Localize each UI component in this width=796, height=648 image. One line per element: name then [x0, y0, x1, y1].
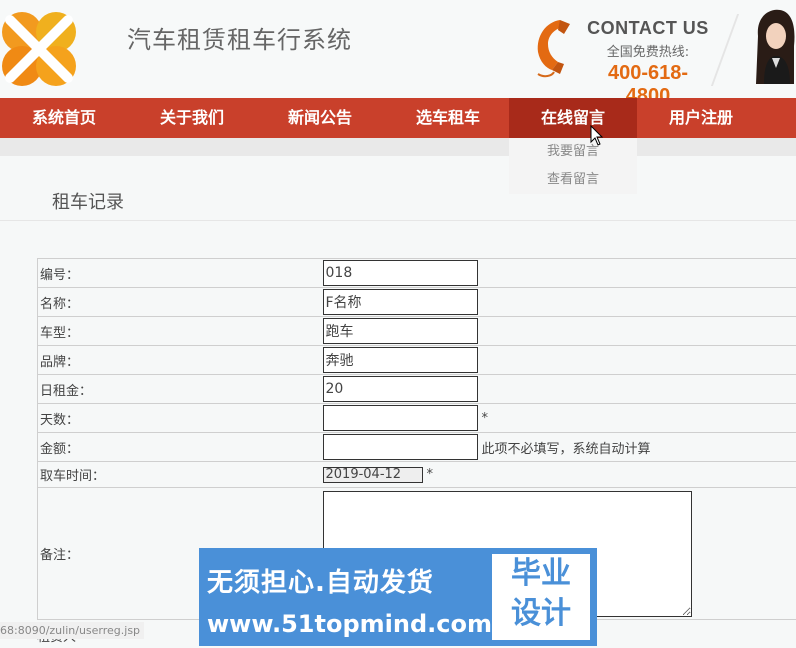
- form-row-pickup-time: 取车时间： *: [37, 461, 796, 488]
- watermark-slogan: 无须担心.自动发货: [207, 568, 434, 598]
- form-row-id: 编号：: [37, 258, 796, 288]
- form-row-amount: 金额： 此项不必填写，系统自动计算: [37, 432, 796, 462]
- main-nav: 系统首页 关于我们 新闻公告 选车租车 在线留言 用户注册: [0, 98, 796, 138]
- nav-item-register[interactable]: 用户注册: [637, 98, 765, 138]
- form-row-name: 名称：: [37, 287, 796, 317]
- phone-icon: [537, 20, 570, 78]
- header: 汽车租赁租车行系统 CONTACT US 全国免费热线: 400-618-480…: [0, 0, 796, 107]
- field-label-name: 名称：: [37, 287, 323, 317]
- days-input[interactable]: [322, 405, 478, 431]
- nav-item-about[interactable]: 关于我们: [128, 98, 256, 138]
- car-type-input[interactable]: [322, 318, 478, 344]
- watermark-banner: 无须担心.自动发货 www.51topmind.com 毕业 设计: [199, 548, 597, 646]
- field-label-days: 天数：: [37, 403, 323, 433]
- form-row-brand: 品牌：: [37, 345, 796, 375]
- field-label-id: 编号：: [37, 258, 323, 288]
- site-title: 汽车租赁租车行系统: [127, 26, 352, 54]
- header-divider: [710, 14, 740, 86]
- form-row-car-type: 车型：: [37, 316, 796, 346]
- watermark-badge-line1: 毕业: [511, 556, 571, 591]
- nav-subbar: [0, 138, 796, 156]
- amount-input[interactable]: [322, 434, 478, 460]
- contact-subtitle: 全国免费热线:: [606, 45, 690, 60]
- nav-item-home[interactable]: 系统首页: [0, 98, 128, 138]
- contact-block: CONTACT US 全国免费热线: 400-618-4800: [586, 18, 710, 108]
- required-mark: *: [426, 467, 434, 482]
- brand-input[interactable]: [322, 347, 478, 373]
- watermark-text-block: 无须担心.自动发货 www.51topmind.com: [199, 548, 492, 646]
- field-label-car-type: 车型：: [37, 316, 323, 346]
- watermark-badge: 毕业 设计: [492, 554, 590, 640]
- id-input[interactable]: [322, 260, 478, 286]
- avatar: [752, 6, 796, 84]
- status-bar-url: 68:8090/zulin/userreg.jsp: [0, 622, 145, 639]
- required-mark: *: [481, 410, 489, 426]
- form-row-daily-rent: 日租金：: [37, 374, 796, 404]
- field-label-pickup-time: 取车时间：: [37, 461, 323, 488]
- field-label-daily-rent: 日租金：: [37, 374, 323, 404]
- amount-hint: 此项不必填写，系统自动计算: [481, 441, 651, 457]
- daily-rent-input[interactable]: [322, 376, 478, 402]
- messages-dropdown: 我要留言 查看留言: [509, 138, 637, 194]
- form-row-days: 天数： *: [37, 403, 796, 433]
- dropdown-item-leave-message[interactable]: 我要留言: [509, 138, 637, 166]
- nav-item-rent[interactable]: 选车租车: [384, 98, 512, 138]
- page-title: 租车记录: [52, 192, 124, 213]
- mouse-cursor-icon: [590, 125, 604, 146]
- page: 汽车租赁租车行系统 CONTACT US 全国免费热线: 400-618-480…: [0, 0, 796, 648]
- heading-divider: [0, 220, 796, 221]
- nav-item-news[interactable]: 新闻公告: [256, 98, 384, 138]
- field-label-amount: 金额：: [37, 432, 323, 462]
- pickup-date-input[interactable]: [322, 466, 423, 483]
- nav-item-messages[interactable]: 在线留言: [509, 98, 637, 138]
- field-label-brand: 品牌：: [37, 345, 323, 375]
- name-input[interactable]: [322, 289, 478, 315]
- watermark-url: www.51topmind.com: [207, 610, 492, 638]
- logo-icon: [2, 12, 76, 86]
- dropdown-item-view-messages[interactable]: 查看留言: [509, 166, 637, 194]
- contact-title: CONTACT US: [587, 18, 709, 38]
- watermark-badge-line2: 设计: [511, 596, 571, 631]
